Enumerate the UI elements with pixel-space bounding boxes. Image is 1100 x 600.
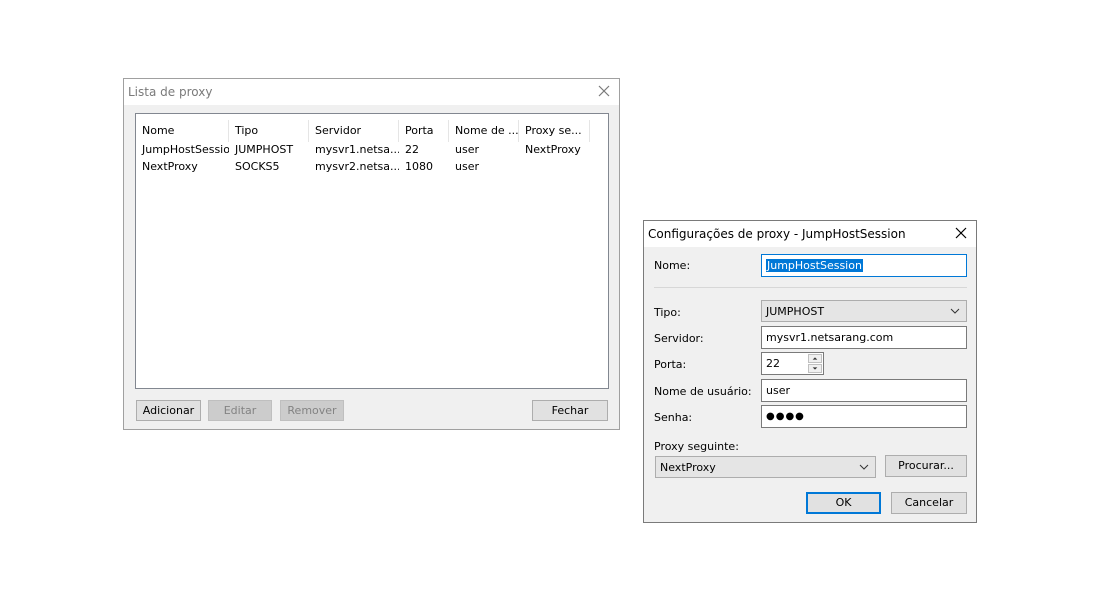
proxy-list-window: Lista de proxy Nome Tipo Servidor Porta … bbox=[123, 78, 620, 430]
cell-name: NextProxy bbox=[142, 160, 198, 173]
stepper-down-icon[interactable] bbox=[808, 364, 822, 373]
add-button[interactable]: Adicionar bbox=[136, 400, 201, 421]
server-value: mysvr1.netsarang.com bbox=[766, 331, 894, 344]
stepper-up-icon[interactable] bbox=[808, 354, 822, 363]
port-stepper[interactable] bbox=[808, 354, 822, 373]
proxy-list-title: Lista de proxy bbox=[128, 85, 213, 99]
table-row[interactable]: JumpHostSession JUMPHOST mysvr1.netsa...… bbox=[136, 142, 608, 158]
column-header-server[interactable]: Servidor bbox=[309, 120, 399, 142]
username-value: user bbox=[766, 384, 790, 397]
cell-server: mysvr2.netsa... bbox=[315, 160, 399, 173]
cell-type: JUMPHOST bbox=[235, 143, 294, 156]
cell-next-proxy bbox=[519, 159, 590, 175]
proxy-list-table[interactable]: Nome Tipo Servidor Porta Nome de ... Pro… bbox=[135, 113, 609, 389]
cell-port: 22 bbox=[405, 143, 419, 156]
edit-button[interactable]: Editar bbox=[208, 400, 272, 421]
port-field[interactable]: 22 bbox=[761, 352, 824, 375]
username-label: Nome de usuário: bbox=[654, 385, 752, 398]
column-header-type[interactable]: Tipo bbox=[229, 120, 309, 142]
cell-username: user bbox=[455, 143, 479, 156]
type-dropdown[interactable]: JUMPHOST bbox=[761, 300, 967, 322]
type-value: JUMPHOST bbox=[766, 305, 825, 318]
close-button[interactable]: Fechar bbox=[532, 400, 608, 421]
ok-button[interactable]: OK bbox=[806, 492, 881, 514]
proxy-settings-titlebar: Configurações de proxy - JumpHostSession bbox=[644, 221, 976, 247]
close-icon[interactable] bbox=[952, 224, 970, 242]
name-label: Nome: bbox=[654, 259, 691, 272]
cell-server: mysvr1.netsa... bbox=[315, 143, 399, 156]
column-header-username[interactable]: Nome de ... bbox=[449, 120, 519, 142]
cell-next-proxy: NextProxy bbox=[525, 143, 581, 156]
next-proxy-value: NextProxy bbox=[660, 461, 716, 474]
proxy-settings-title: Configurações de proxy - JumpHostSession bbox=[648, 227, 906, 241]
port-label: Porta: bbox=[654, 358, 687, 371]
browse-button[interactable]: Procurar... bbox=[885, 455, 967, 477]
column-header-port[interactable]: Porta bbox=[399, 120, 449, 142]
column-header-next-proxy[interactable]: Proxy se... bbox=[519, 120, 590, 142]
name-value: JumpHostSession bbox=[766, 259, 863, 272]
next-proxy-label: Proxy seguinte: bbox=[654, 440, 739, 453]
password-value: ●●●● bbox=[766, 411, 805, 422]
column-header-name[interactable]: Nome bbox=[136, 120, 229, 142]
remove-button[interactable]: Remover bbox=[280, 400, 344, 421]
server-label: Servidor: bbox=[654, 332, 704, 345]
password-label: Senha: bbox=[654, 411, 693, 424]
cancel-button[interactable]: Cancelar bbox=[891, 492, 967, 514]
password-field[interactable]: ●●●● bbox=[761, 405, 967, 428]
port-value: 22 bbox=[766, 357, 780, 370]
chevron-down-icon bbox=[950, 308, 960, 314]
close-icon[interactable] bbox=[595, 82, 613, 100]
cell-type: SOCKS5 bbox=[235, 160, 280, 173]
server-field[interactable]: mysvr1.netsarang.com bbox=[761, 326, 967, 349]
chevron-down-icon bbox=[859, 464, 869, 470]
name-field[interactable]: JumpHostSession bbox=[761, 254, 967, 277]
proxy-settings-window: Configurações de proxy - JumpHostSession… bbox=[643, 220, 977, 523]
cell-name: JumpHostSession bbox=[142, 143, 229, 156]
type-label: Tipo: bbox=[654, 306, 681, 319]
username-field[interactable]: user bbox=[761, 379, 967, 402]
next-proxy-dropdown[interactable]: NextProxy bbox=[655, 456, 876, 478]
table-row[interactable]: NextProxy SOCKS5 mysvr2.netsa... 1080 us… bbox=[136, 159, 608, 175]
cell-username: user bbox=[455, 160, 479, 173]
proxy-list-titlebar: Lista de proxy bbox=[124, 79, 619, 105]
cell-port: 1080 bbox=[405, 160, 433, 173]
separator bbox=[654, 287, 967, 288]
